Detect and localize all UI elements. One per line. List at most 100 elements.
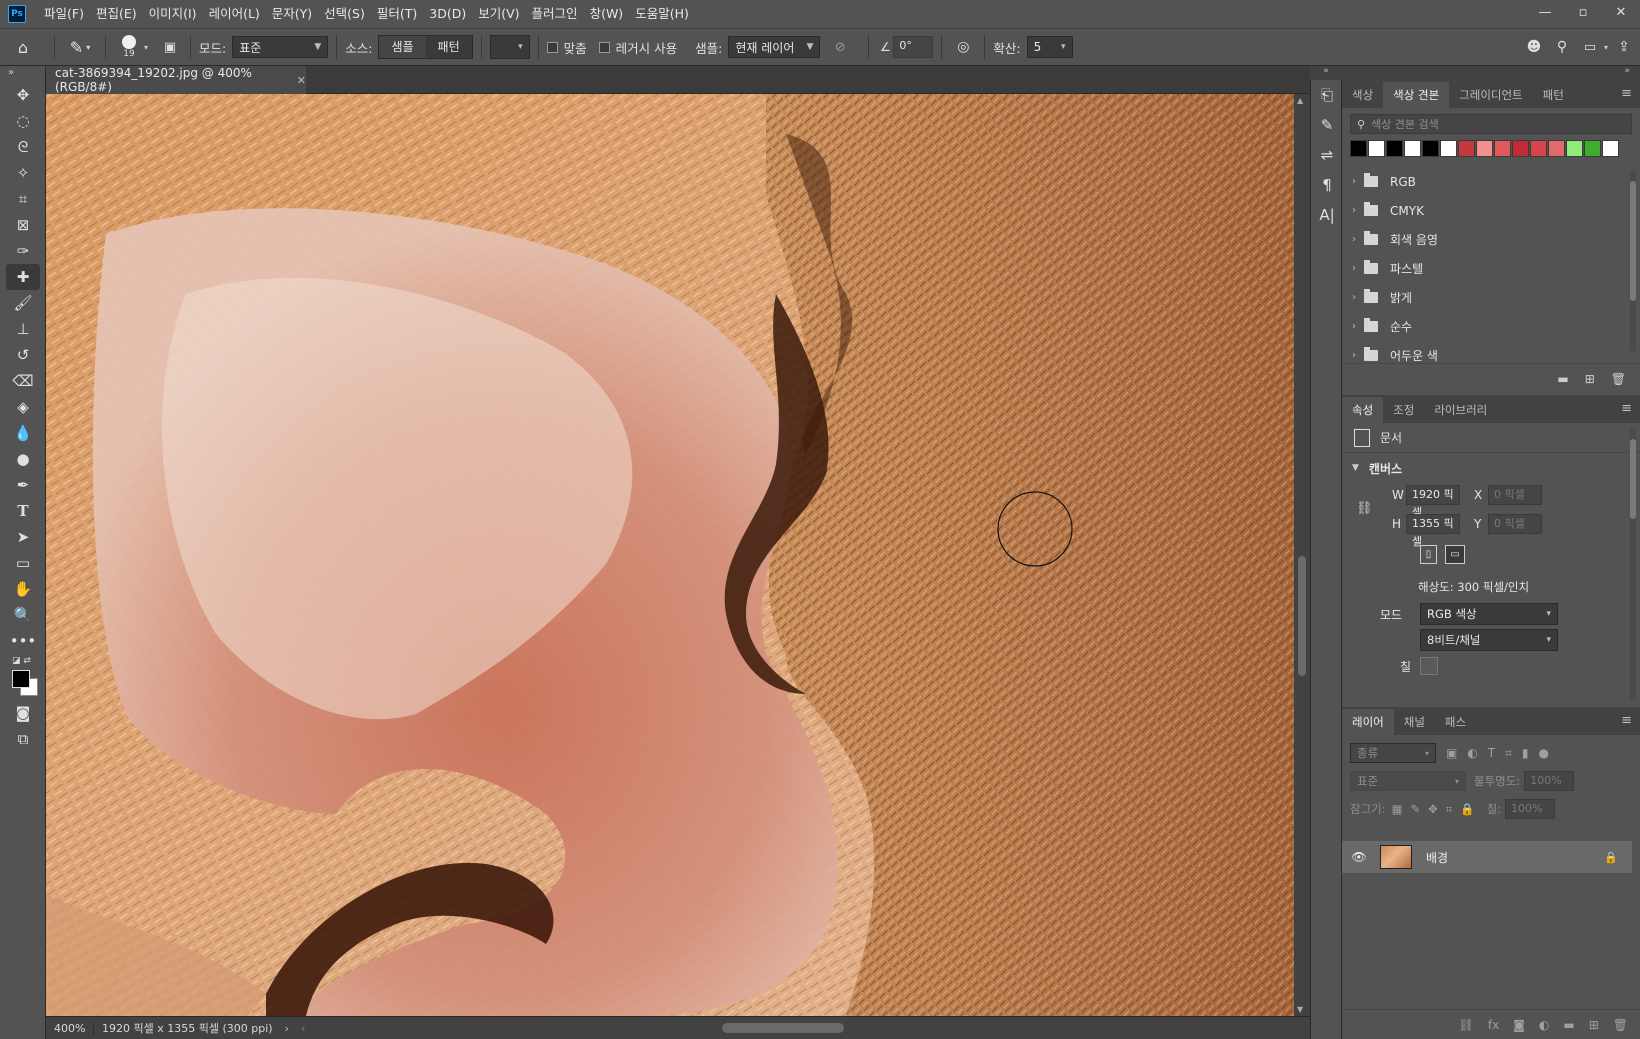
color-swatch[interactable] <box>1404 140 1421 157</box>
eyedropper-tool-icon[interactable]: ✑ <box>6 238 40 264</box>
tab-libraries[interactable]: 라이브러리 <box>1424 397 1497 423</box>
swatch-group-cmyk[interactable]: › CMYK <box>1342 196 1640 225</box>
pen-tool-icon[interactable]: ✒ <box>6 472 40 498</box>
minimize-button[interactable]: — <box>1526 0 1564 28</box>
menu-edit[interactable]: 편집(E) <box>90 0 143 28</box>
color-swatch[interactable] <box>1494 140 1511 157</box>
healing-brush-preset-icon[interactable]: ✎ ▾ <box>63 38 97 57</box>
scroll-down-icon[interactable]: ▼ <box>1297 1005 1303 1014</box>
new-swatch-icon[interactable]: ⊞ <box>1585 372 1595 386</box>
aligned-checkbox[interactable]: 맞춤 <box>546 38 587 57</box>
new-group-icon[interactable]: ▬ <box>1563 1018 1574 1032</box>
vertical-scroll-thumb[interactable] <box>1298 556 1306 676</box>
pattern-picker[interactable]: ▾ <box>489 35 530 59</box>
swatch-group-dark[interactable]: › 어두운 색 <box>1342 341 1640 363</box>
new-layer-icon[interactable]: ⊞ <box>1589 1018 1599 1032</box>
maximize-button[interactable]: ▫ <box>1564 0 1602 28</box>
close-button[interactable]: ✕ <box>1602 0 1640 28</box>
tab-swatches[interactable]: 색상 견본 <box>1383 82 1450 108</box>
tab-adjustments[interactable]: 조정 <box>1383 397 1424 423</box>
blend-mode-select[interactable]: 표준 ▾ <box>1350 771 1466 791</box>
panel-menu-icon[interactable]: ≡ <box>1621 713 1632 728</box>
crop-tool-icon[interactable]: ⌗ <box>6 186 40 212</box>
menu-filter[interactable]: 필터(T) <box>371 0 423 28</box>
fill-input[interactable]: 100% <box>1505 799 1556 819</box>
width-input[interactable]: 1920 픽셀 <box>1406 485 1460 519</box>
pressure-size-icon[interactable]: ◎ <box>950 39 976 55</box>
move-tool-icon[interactable]: ✥ <box>6 82 40 108</box>
delete-icon[interactable]: 🗑 <box>1613 1018 1628 1032</box>
healing-brush-tool-icon[interactable]: ✚ <box>6 264 40 290</box>
hand-tool-icon[interactable]: ✋ <box>6 576 40 602</box>
swatch-group-grayscale[interactable]: › 회색 음영 <box>1342 225 1640 254</box>
document-tab[interactable]: cat-3869394_19202.jpg @ 400% (RGB/8#) ✕ <box>46 66 306 94</box>
share-icon[interactable]: ⇪ <box>1608 39 1640 55</box>
path-selection-tool-icon[interactable]: ➤ <box>6 524 40 550</box>
canvas[interactable] <box>46 94 1294 1016</box>
brush-settings-icon[interactable]: ▣ <box>158 40 182 55</box>
visibility-eye-icon[interactable]: 👁 <box>1346 850 1372 864</box>
history-brush-tool-icon[interactable]: ↺ <box>6 342 40 368</box>
bit-depth-select[interactable]: 8비트/채널 ▾ <box>1420 629 1558 651</box>
scroll-up-icon[interactable]: ▲ <box>1297 96 1303 105</box>
new-group-icon[interactable]: ▬ <box>1557 372 1568 386</box>
color-swatch[interactable] <box>1602 140 1619 157</box>
workspace-icon[interactable]: ▭ <box>1576 40 1604 55</box>
color-swatch[interactable] <box>1476 140 1493 157</box>
scroll-thumb[interactable] <box>1630 181 1636 301</box>
link-icon[interactable]: ⛓ <box>1356 501 1373 516</box>
menu-type[interactable]: 문자(Y) <box>266 0 318 28</box>
fill-color-swatch[interactable] <box>1420 657 1438 675</box>
tab-color[interactable]: 색상 <box>1342 82 1383 108</box>
sample-select[interactable]: 현재 레이어 ▼ <box>728 36 821 58</box>
chevron-right-icon[interactable]: › <box>285 1022 289 1035</box>
landscape-orientation-icon[interactable]: ▭ <box>1445 545 1465 564</box>
swatch-search-input[interactable]: ⚲ 색상 견본 검색 <box>1350 114 1632 134</box>
rectangle-tool-icon[interactable]: ▭ <box>6 550 40 576</box>
brush-settings-panel-icon[interactable]: ✎ <box>1311 110 1343 140</box>
close-icon[interactable]: ✕ <box>297 74 306 87</box>
adjustments-panel-icon[interactable]: ⇌ <box>1311 140 1343 170</box>
menu-file[interactable]: 파일(F) <box>38 0 90 28</box>
home-icon[interactable]: ⌂ <box>0 38 46 57</box>
color-swatch[interactable] <box>1566 140 1583 157</box>
collapse-panels-icon[interactable]: » <box>1342 66 1640 80</box>
color-swatch[interactable] <box>1386 140 1403 157</box>
zoom-level[interactable]: 400% <box>46 1021 94 1035</box>
properties-scrollbar[interactable] <box>1630 429 1636 699</box>
collapse-dock-icon[interactable]: « <box>1310 66 1342 80</box>
more-tools-icon[interactable]: ••• <box>6 628 40 654</box>
scroll-left-icon[interactable]: ‹ <box>301 1022 305 1035</box>
search-icon[interactable]: ⚲ <box>1548 39 1576 55</box>
tab-channels[interactable]: 채널 <box>1394 709 1435 735</box>
default-colors-icon[interactable]: ◪ ⇄ <box>12 656 31 666</box>
color-swatch[interactable] <box>1368 140 1385 157</box>
menu-window[interactable]: 창(W) <box>584 0 630 28</box>
paragraph-panel-icon[interactable]: ¶ <box>1311 170 1343 200</box>
portrait-orientation-icon[interactable]: ▯ <box>1420 545 1437 564</box>
layer-row-background[interactable]: 👁 배경 🔒 <box>1342 841 1632 873</box>
horizontal-scroll-thumb[interactable] <box>722 1023 844 1033</box>
tab-properties[interactable]: 속성 <box>1342 397 1384 423</box>
panel-menu-icon[interactable]: ≡ <box>1621 401 1632 416</box>
source-sample-button[interactable]: 샘플 <box>379 36 426 58</box>
tab-layers[interactable]: 레이어 <box>1342 709 1394 735</box>
source-pattern-button[interactable]: 패턴 <box>426 36 472 58</box>
delete-icon[interactable]: 🗑 <box>1611 372 1626 386</box>
panel-menu-icon[interactable]: ≡ <box>1621 86 1632 101</box>
type-tool-icon[interactable]: T <box>6 498 40 524</box>
menu-layer[interactable]: 레이어(L) <box>203 0 266 28</box>
paint-bucket-tool-icon[interactable]: ◈ <box>6 394 40 420</box>
character-panel-icon[interactable]: A| <box>1311 200 1343 230</box>
color-swatch[interactable] <box>1350 140 1367 157</box>
color-swatch[interactable] <box>1512 140 1529 157</box>
color-swatch[interactable] <box>1548 140 1565 157</box>
menu-image[interactable]: 이미지(I) <box>143 0 203 28</box>
blur-tool-icon[interactable]: 💧 <box>6 420 40 446</box>
add-mask-icon[interactable]: ◙ <box>1513 1018 1525 1032</box>
legacy-checkbox[interactable]: 레거시 사용 <box>598 38 677 57</box>
mode-select[interactable]: 표준 ▼ <box>232 36 329 58</box>
quick-mask-icon[interactable]: ◙ <box>6 700 40 726</box>
menu-plugins[interactable]: 플러그인 <box>526 0 584 28</box>
swatch-group-pure[interactable]: › 순수 <box>1342 312 1640 341</box>
